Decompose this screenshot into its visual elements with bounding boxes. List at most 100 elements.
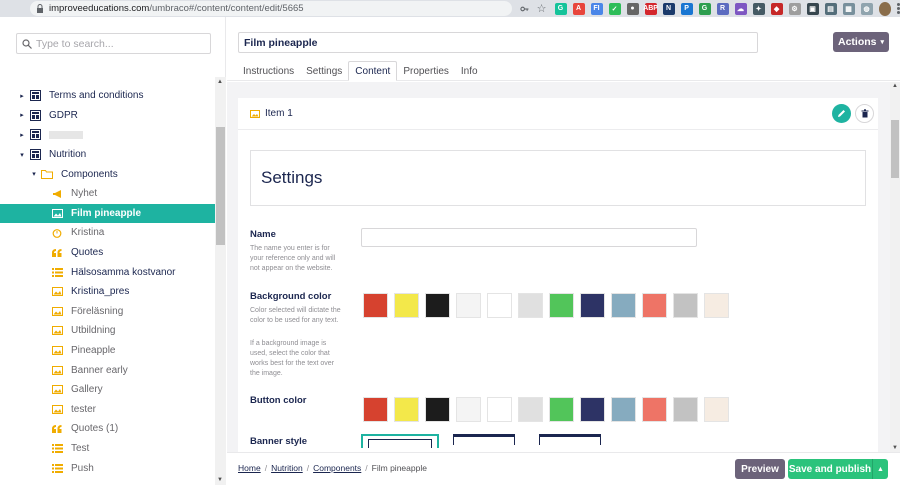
color-swatch[interactable]	[518, 293, 543, 318]
color-swatch[interactable]	[487, 397, 512, 422]
tree-item[interactable]: Kristina	[0, 223, 215, 243]
tree-item[interactable]: Gallery	[0, 380, 215, 400]
content-scroll-thumb[interactable]	[891, 120, 899, 178]
tree-item[interactable]: Föreläsning	[0, 302, 215, 322]
ext-red-icon[interactable]: ◆	[770, 2, 783, 15]
node-name-input[interactable]: Film pineapple	[238, 32, 758, 53]
tree-item[interactable]: Test	[0, 439, 215, 459]
color-swatch[interactable]	[456, 397, 481, 422]
tree-item[interactable]: Quotes	[0, 243, 215, 263]
tree-item[interactable]: ▾ Nutrition	[0, 145, 215, 165]
scroll-down-arrow-icon[interactable]: ▼	[892, 445, 898, 451]
tree-item[interactable]: ▸ Terms and conditions	[0, 86, 215, 106]
ext-n-icon[interactable]: N	[662, 2, 675, 15]
ext-r-icon[interactable]: R	[716, 2, 729, 15]
caret-down-icon[interactable]: ▾	[30, 170, 38, 178]
tree-item[interactable]: Kristina_pres	[0, 282, 215, 302]
grammarly-ext-icon[interactable]: G	[554, 2, 567, 15]
search-input[interactable]	[36, 37, 206, 50]
edit-item-button[interactable]	[832, 104, 851, 123]
color-swatch[interactable]	[673, 397, 698, 422]
color-swatch[interactable]	[425, 293, 450, 318]
color-swatch[interactable]	[642, 397, 667, 422]
tab-properties[interactable]: Properties	[397, 61, 455, 81]
tree-item[interactable]: Hälsosamma kostvanor	[0, 262, 215, 282]
color-swatch[interactable]	[580, 397, 605, 422]
breadcrumb-link[interactable]: Home	[238, 463, 261, 473]
color-swatch[interactable]	[642, 293, 667, 318]
caret-right-icon[interactable]: ▸	[18, 131, 26, 139]
tree-item[interactable]: ▸	[0, 125, 215, 145]
ext-p-icon[interactable]: P	[680, 2, 693, 15]
item-header[interactable]: Item 1	[238, 98, 878, 130]
ext-cloud-icon[interactable]: ☁	[734, 2, 747, 15]
banner-style-option[interactable]	[453, 434, 515, 448]
color-swatch[interactable]	[549, 293, 574, 318]
address-bar[interactable]: improveeducations.com/umbraco#/content/c…	[30, 1, 512, 16]
fi-ext-icon[interactable]: FI	[590, 2, 603, 15]
color-swatch[interactable]	[549, 397, 574, 422]
color-swatch[interactable]	[518, 397, 543, 422]
tab-info[interactable]: Info	[455, 61, 484, 81]
tree-item[interactable]: ▾ Components	[0, 164, 215, 184]
banner-style-option[interactable]	[361, 434, 439, 448]
tree-item[interactable]: Pineapple	[0, 341, 215, 361]
name-field[interactable]	[361, 228, 697, 247]
bookmark-star-icon[interactable]: ☆	[537, 2, 547, 15]
breadcrumb-link[interactable]: Nutrition	[271, 463, 303, 473]
tree-item[interactable]: Utbildning	[0, 321, 215, 341]
actions-button[interactable]: Actions ▾	[833, 32, 889, 52]
scroll-up-arrow-icon[interactable]: ▲	[892, 83, 898, 89]
color-swatch[interactable]	[363, 397, 388, 422]
content-scrollbar[interactable]: ▲ ▼	[890, 82, 900, 452]
color-swatch[interactable]	[487, 293, 512, 318]
color-swatch[interactable]	[456, 293, 481, 318]
ext-bird-icon[interactable]: ✦	[752, 2, 765, 15]
tree-item[interactable]: Film pineapple	[0, 203, 215, 224]
ext-screen-icon[interactable]: ▣	[806, 2, 819, 15]
acrobat-ext-icon[interactable]: A	[572, 2, 585, 15]
key-icon[interactable]	[520, 4, 529, 14]
profile-avatar[interactable]	[878, 1, 891, 16]
tree-item[interactable]: Quotes (1)	[0, 419, 215, 439]
color-swatch[interactable]	[363, 293, 388, 318]
color-swatch[interactable]	[673, 293, 698, 318]
color-swatch[interactable]	[580, 293, 605, 318]
ext-dot-icon[interactable]: ●	[626, 2, 639, 15]
tree-scrollbar[interactable]: ▲ ▼	[215, 77, 226, 485]
abp-ext-icon[interactable]: ABP	[643, 2, 658, 15]
check-ext-icon[interactable]: ✓	[608, 2, 621, 15]
delete-item-button[interactable]	[855, 104, 874, 123]
tree-search[interactable]	[16, 33, 211, 54]
color-swatch[interactable]	[611, 397, 636, 422]
color-swatch[interactable]	[611, 293, 636, 318]
caret-right-icon[interactable]: ▸	[18, 92, 26, 100]
caret-right-icon[interactable]: ▸	[18, 111, 26, 119]
tab-instructions[interactable]: Instructions	[237, 61, 300, 81]
tree-item[interactable]: ▸ GDPR	[0, 106, 215, 126]
ext-doc-icon[interactable]: ▤	[824, 2, 837, 15]
scroll-up-arrow-icon[interactable]: ▲	[217, 79, 223, 85]
breadcrumb-link[interactable]: Components	[313, 463, 361, 473]
color-swatch[interactable]	[394, 397, 419, 422]
tree-item[interactable]: Banner early	[0, 360, 215, 380]
tree-item[interactable]: tester	[0, 400, 215, 420]
color-swatch[interactable]	[394, 293, 419, 318]
tab-settings[interactable]: Settings	[300, 61, 348, 81]
color-swatch[interactable]	[425, 397, 450, 422]
tree-item[interactable]: Push	[0, 458, 215, 478]
ext-g-icon[interactable]: G	[698, 2, 711, 15]
ext-gear-icon[interactable]: ⚙	[788, 2, 801, 15]
color-swatch[interactable]	[704, 397, 729, 422]
scroll-down-arrow-icon[interactable]: ▼	[217, 477, 223, 483]
banner-style-option[interactable]	[539, 434, 601, 448]
ext-globe-icon[interactable]: ◍	[860, 2, 873, 15]
tab-content[interactable]: Content	[348, 61, 398, 81]
tree-scroll-thumb[interactable]	[216, 127, 225, 245]
color-swatch[interactable]	[704, 293, 729, 318]
save-and-publish-button[interactable]: Save and publish ▲	[788, 459, 888, 479]
ext-calendar-icon[interactable]: ▦	[842, 2, 855, 15]
tree-item[interactable]: Nyhet	[0, 184, 215, 204]
preview-button[interactable]: Preview	[735, 459, 785, 479]
caret-down-icon[interactable]: ▾	[18, 151, 26, 159]
